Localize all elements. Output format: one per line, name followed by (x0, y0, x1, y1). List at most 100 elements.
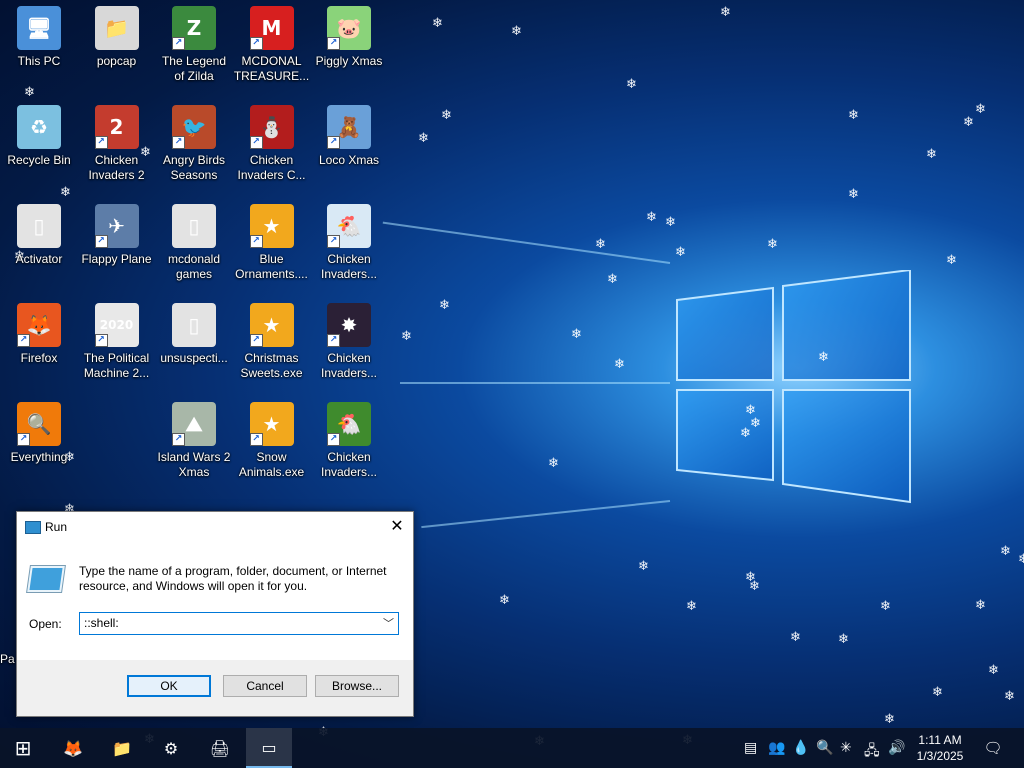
snowflake-icon: ❄ (745, 570, 756, 585)
desktop-icon-label: Chicken Invaders... (320, 351, 378, 380)
desktop-icon-label: Chicken Invaders C... (237, 153, 306, 182)
desktop-icon[interactable]: ▯ Activator (1, 198, 77, 267)
taskbar-run-icon[interactable]: ▭ (246, 728, 292, 768)
icon-glyph: 🔍 (26, 412, 52, 436)
app-icon: ✸ ↗ (327, 303, 371, 347)
shortcut-arrow-icon: ↗ (94, 235, 108, 248)
open-combobox[interactable]: ﹀ (79, 612, 399, 635)
shortcut-arrow-icon: ↗ (17, 433, 30, 446)
desktop-icon[interactable]: ⛰ ↗ Island Wars 2 Xmas (156, 396, 232, 480)
desktop-icon[interactable]: 🐷 ↗ Piggly Xmas (311, 0, 387, 69)
app-icon: ▯ (172, 204, 216, 248)
desktop-icon[interactable]: 🔍 ↗ Everything (1, 396, 77, 465)
open-label: Open: (29, 617, 62, 631)
icon-glyph: M (261, 16, 282, 40)
shortcut-arrow-icon: ↗ (17, 334, 30, 347)
desktop-icon[interactable]: 🐦 ↗ Angry Birds Seasons (156, 99, 232, 183)
icon-glyph: ▯ (188, 313, 200, 337)
desktop-icon[interactable]: ▯ unsuspecti... (156, 297, 232, 366)
tray-battery-icon[interactable]: ▤ (744, 740, 757, 756)
close-icon[interactable]: ✕ (381, 512, 413, 542)
open-input[interactable] (80, 613, 378, 632)
snowflake-icon: ❄ (646, 210, 657, 225)
snowflake-icon: ❄ (838, 632, 849, 647)
icon-glyph: 2020 (99, 318, 134, 332)
tray-snowflake-icon[interactable]: ✳ (840, 740, 852, 756)
clock-date: 1/3/2025 (916, 749, 964, 763)
desktop-icon[interactable]: ⛄ ↗ Chicken Invaders C... (234, 99, 310, 183)
tray-volume-icon[interactable]: 🔊 (888, 740, 905, 756)
snowflake-icon: ❄ (932, 685, 943, 700)
snowflake-icon: ❄ (24, 85, 35, 100)
run-titlebar[interactable]: Run ✕ (17, 512, 413, 542)
browse-button[interactable]: Browse... (315, 675, 399, 697)
desktop-icon-label: The Legend of Zilda (161, 54, 227, 83)
desktop-icon[interactable]: ✸ ↗ Chicken Invaders... (311, 297, 387, 381)
icon-glyph: ✸ (340, 313, 358, 337)
snowflake-icon: ❄ (880, 599, 891, 614)
snowflake-icon: ❄ (607, 272, 618, 287)
desktop-icon-label: The Political Machine 2... (83, 351, 150, 380)
chevron-down-icon[interactable]: ﹀ (383, 615, 394, 631)
taskbar-printer-icon[interactable]: 🖨 (197, 728, 243, 768)
app-icon: ⛰ ↗ (172, 402, 216, 446)
shortcut-arrow-icon: ↗ (172, 37, 185, 50)
run-description: Type the name of a program, folder, docu… (79, 564, 387, 593)
desktop-icon[interactable]: 2020 ↗ The Political Machine 2... (79, 297, 155, 381)
desktop-icon[interactable]: ▯ mcdonald games (156, 198, 232, 282)
notifications-icon[interactable]: 🗨 (970, 728, 1016, 768)
snowflake-icon: ❄ (1018, 552, 1024, 567)
desktop-icon[interactable]: ✈ ↗ Flappy Plane (79, 198, 155, 267)
desktop-icon[interactable]: 🧸 ↗ Loco Xmas (311, 99, 387, 168)
snowflake-icon: ❄ (790, 630, 801, 645)
light-beam (382, 221, 671, 264)
snowflake-icon: ❄ (720, 5, 731, 20)
ok-button[interactable]: OK (127, 675, 211, 697)
start-button[interactable]: ⊞ (0, 728, 46, 768)
desktop-icon[interactable]: 📁 popcap (79, 0, 155, 69)
desktop-icon[interactable]: ★ ↗ Snow Animals.exe (234, 396, 310, 480)
icon-glyph: 🐦 (181, 115, 207, 139)
snowflake-icon: ❄ (750, 416, 761, 431)
snowflake-icon: ❄ (740, 426, 751, 441)
app-icon: 🦊 ↗ (17, 303, 61, 347)
app-icon: 🧸 ↗ (327, 105, 371, 149)
icon-glyph: 🐔 (336, 412, 362, 436)
app-icon: ▯ (172, 303, 216, 347)
desktop-icon[interactable]: ★ ↗ Christmas Sweets.exe (234, 297, 310, 381)
clock[interactable]: 1:11 AM 1/3/2025 (905, 732, 975, 764)
desktop-icon-label: Island Wars 2 Xmas (157, 450, 231, 479)
desktop-icon[interactable]: 2 ↗ Chicken Invaders 2 (79, 99, 155, 183)
snowflake-icon: ❄ (614, 357, 625, 372)
taskbar-firefox-icon[interactable]: 🦊 (50, 728, 96, 768)
desktop-icon[interactable]: 🐔 ↗ Chicken Invaders... (311, 396, 387, 480)
desktop-icon[interactable]: M ↗ MCDONAL TREASURE... (234, 0, 310, 84)
snowflake-icon: ❄ (571, 327, 582, 342)
app-icon: ★ ↗ (249, 204, 294, 248)
desktop-icon[interactable]: ♻ Recycle Bin (1, 99, 77, 168)
desktop-icon[interactable]: Z ↗ The Legend of Zilda (156, 0, 232, 84)
icon-glyph: ★ (262, 412, 281, 436)
desktop-icon[interactable]: 🦊 ↗ Firefox (1, 297, 77, 366)
snowflake-icon: ❄ (818, 350, 829, 365)
tray-search-icon[interactable]: 🔍 (816, 740, 833, 756)
taskbar-file-explorer-icon[interactable]: 📁 (99, 728, 145, 768)
taskbar: ⊞ 🦊 📁 ⚙ 🖨 ▭ ▤ 👥 💧 🔍 ✳ 🖧 🔊 1:11 AM 1/3/2025 🗨 (0, 728, 1024, 768)
desktop-icon[interactable]: ★ ↗ Blue Ornaments.... (234, 198, 310, 282)
tray-network-icon[interactable]: 🖧 (864, 740, 880, 764)
app-icon: 🔍 ↗ (17, 402, 61, 446)
desktop-icon[interactable]: 🐔 ↗ Chicken Invaders... (311, 198, 387, 282)
taskbar-settings-icon[interactable]: ⚙ (148, 728, 194, 768)
cancel-button[interactable]: Cancel (223, 675, 307, 697)
snowflake-icon: ❄ (975, 102, 986, 117)
shortcut-arrow-icon: ↗ (327, 37, 340, 50)
tray-people-icon[interactable]: 👥 (768, 740, 785, 756)
snowflake-icon: ❄ (418, 131, 429, 146)
run-title: Run (45, 520, 68, 534)
run-app-icon (25, 521, 41, 534)
run-dialog: Run ✕ Type the name of a program, folder… (16, 511, 414, 717)
snowflake-icon: ❄ (401, 329, 412, 344)
desktop-icon[interactable]: 🖥 This PC (1, 0, 77, 69)
snowflake-icon: ❄ (1004, 689, 1015, 704)
tray-water-icon[interactable]: 💧 (792, 740, 809, 756)
